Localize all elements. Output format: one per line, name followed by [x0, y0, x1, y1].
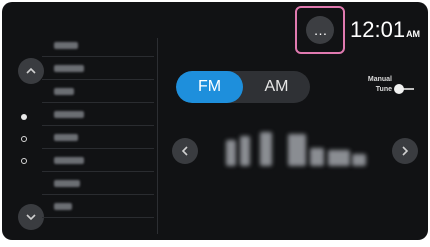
column-divider	[157, 38, 158, 234]
radio-screen: … 12:01AM FM AM Manual Tune	[2, 2, 428, 240]
preset-item[interactable]	[42, 126, 154, 149]
scroll-up-button[interactable]	[18, 58, 44, 84]
more-options-button[interactable]: …	[306, 16, 334, 44]
preset-item[interactable]	[42, 172, 154, 195]
chevron-right-icon	[402, 146, 409, 156]
page-indicator-dot	[21, 136, 27, 142]
clock-ampm: AM	[406, 29, 421, 39]
preset-list	[42, 34, 154, 218]
more-icon: …	[313, 22, 328, 38]
band-am-button[interactable]: AM	[243, 71, 310, 103]
switch-knob	[394, 84, 404, 94]
page-indicator-dot	[21, 158, 27, 164]
manual-tune-label-line2: Tune	[375, 86, 392, 93]
more-options-highlight: …	[295, 6, 345, 54]
preset-item[interactable]	[42, 103, 154, 126]
chevron-left-icon	[181, 146, 188, 156]
band-fm-button[interactable]: FM	[176, 71, 243, 103]
chevron-up-icon	[26, 67, 36, 74]
manual-tune-switch[interactable]	[394, 82, 416, 96]
preset-item[interactable]	[42, 57, 154, 80]
manual-tune-label: Manual Tune	[342, 75, 392, 95]
clock-time: 12:01	[350, 17, 406, 42]
chevron-down-icon	[26, 214, 36, 221]
tune-up-button[interactable]	[392, 138, 418, 164]
preset-item[interactable]	[42, 80, 154, 103]
tune-down-button[interactable]	[172, 138, 198, 164]
manual-tune-label-line1: Manual	[367, 76, 392, 83]
preset-item[interactable]	[42, 34, 154, 57]
clock: 12:01AM	[350, 17, 420, 47]
preset-item[interactable]	[42, 149, 154, 172]
scroll-down-button[interactable]	[18, 204, 44, 230]
page-indicator-dot	[21, 114, 27, 120]
preset-item[interactable]	[42, 195, 154, 218]
frequency-display	[224, 130, 372, 172]
band-toggle: FM AM	[176, 71, 310, 103]
